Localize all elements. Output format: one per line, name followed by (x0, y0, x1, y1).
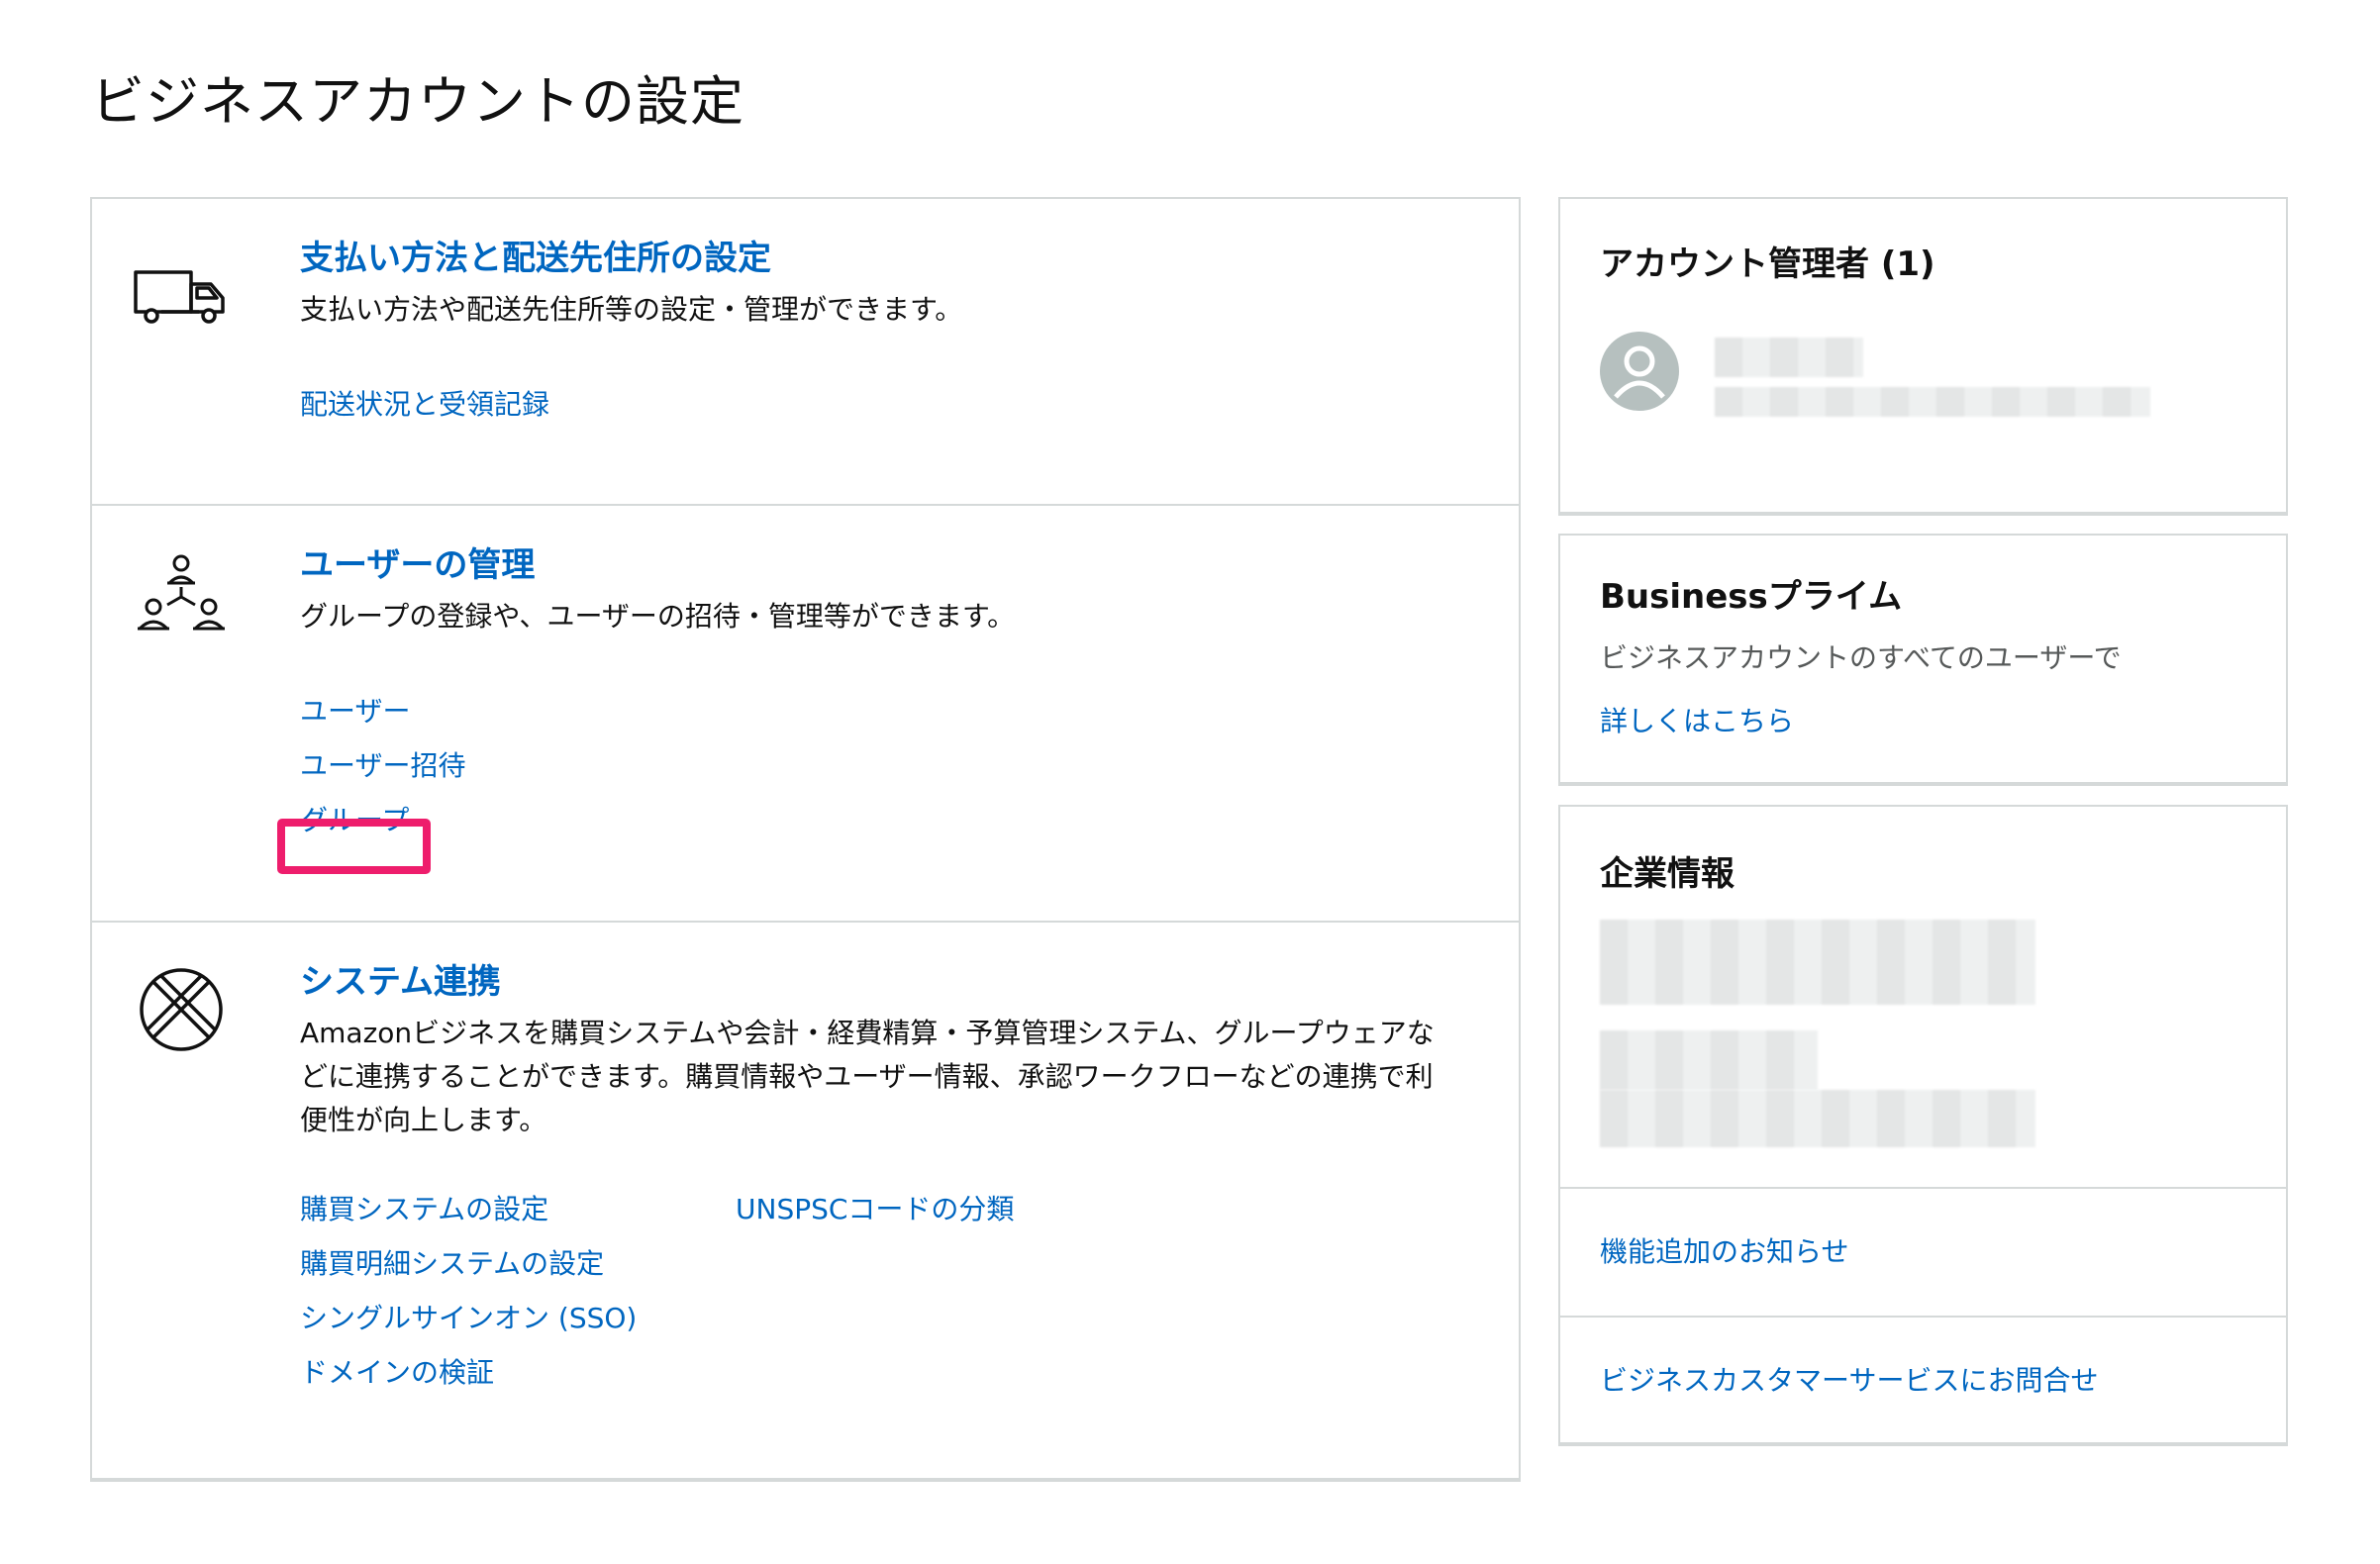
procurement-system-link[interactable]: 購買システムの設定 (300, 1182, 736, 1236)
business-prime-description: ビジネスアカウントのすべてのユーザーで (1600, 641, 2122, 674)
users-network-icon (138, 554, 225, 631)
company-divider-1 (1560, 1187, 2286, 1189)
company-address-redacted (1600, 1030, 1818, 1090)
system-integration-title[interactable]: システム連携 (300, 960, 1459, 1004)
domain-verification-link[interactable]: ドメインの検証 (300, 1345, 736, 1400)
company-name-redacted (1600, 920, 2035, 1005)
payment-shipping-title[interactable]: 支払い方法と配送先住所の設定 (300, 237, 1459, 280)
feature-announcements-link[interactable]: 機能追加のお知らせ (1600, 1232, 1848, 1272)
business-prime-card: Businessプライム ビジネスアカウントのすべてのユーザーで 詳しくはこちら (1558, 534, 2288, 786)
groups-link[interactable]: グループ (300, 793, 1459, 847)
settings-card: 支払い方法と配送先住所の設定 支払い方法や配送先住所等の設定・管理ができます。 … (90, 197, 1521, 1482)
company-divider-2 (1560, 1316, 2286, 1318)
groups-link-highlight (277, 819, 431, 874)
system-integration-icon (140, 968, 223, 1051)
admin-name-redacted (1715, 338, 1863, 377)
user-management-description: グループの登録や、ユーザーの招待・管理等ができます。 (300, 600, 1016, 633)
account-admins-card: アカウント管理者 (1) (1558, 197, 2288, 516)
company-info-card: 企業情報 機能追加のお知らせ ビジネスカスタマーサービスにお問合せ (1558, 805, 2288, 1446)
payment-shipping-description: 支払い方法や配送先住所等の設定・管理ができます。 (300, 293, 963, 326)
user-avatar-icon (1600, 332, 1679, 411)
page-title: ビジネスアカウントの設定 (91, 70, 744, 133)
sso-link[interactable]: シングルサインオン (SSO) (300, 1291, 736, 1345)
business-customer-service-link[interactable]: ビジネスカスタマーサービスにお問合せ (1600, 1361, 2098, 1401)
business-prime-title: Businessプライム (1600, 577, 1903, 617)
section-system-integration: システム連携 Amazonビジネスを購買システムや会計・経費精算・予算管理システ… (92, 923, 1519, 1477)
user-invite-link[interactable]: ユーザー招待 (300, 738, 1459, 793)
users-link[interactable]: ユーザー (300, 684, 1459, 738)
admin-email-redacted (1715, 387, 2150, 417)
delivery-status-link[interactable]: 配送状況と受領記録 (300, 377, 1459, 432)
section-payment-shipping: 支払い方法と配送先住所の設定 支払い方法や配送先住所等の設定・管理ができます。 … (92, 199, 1519, 506)
system-integration-description: Amazonビジネスを購買システムや会計・経費精算・予算管理システム、グループウ… (300, 1017, 1435, 1136)
user-management-title[interactable]: ユーザーの管理 (300, 543, 1459, 587)
company-detail-redacted (1600, 1090, 2035, 1147)
account-admins-title: アカウント管理者 (1) (1600, 244, 1935, 284)
company-info-title: 企業情報 (1600, 854, 1735, 894)
purchase-details-system-link[interactable]: 購買明細システムの設定 (300, 1236, 736, 1291)
unspsc-code-link[interactable]: UNSPSCコードの分類 (736, 1182, 1171, 1236)
truck-icon (134, 270, 225, 324)
business-prime-learn-more-link[interactable]: 詳しくはこちら (1600, 702, 1794, 741)
